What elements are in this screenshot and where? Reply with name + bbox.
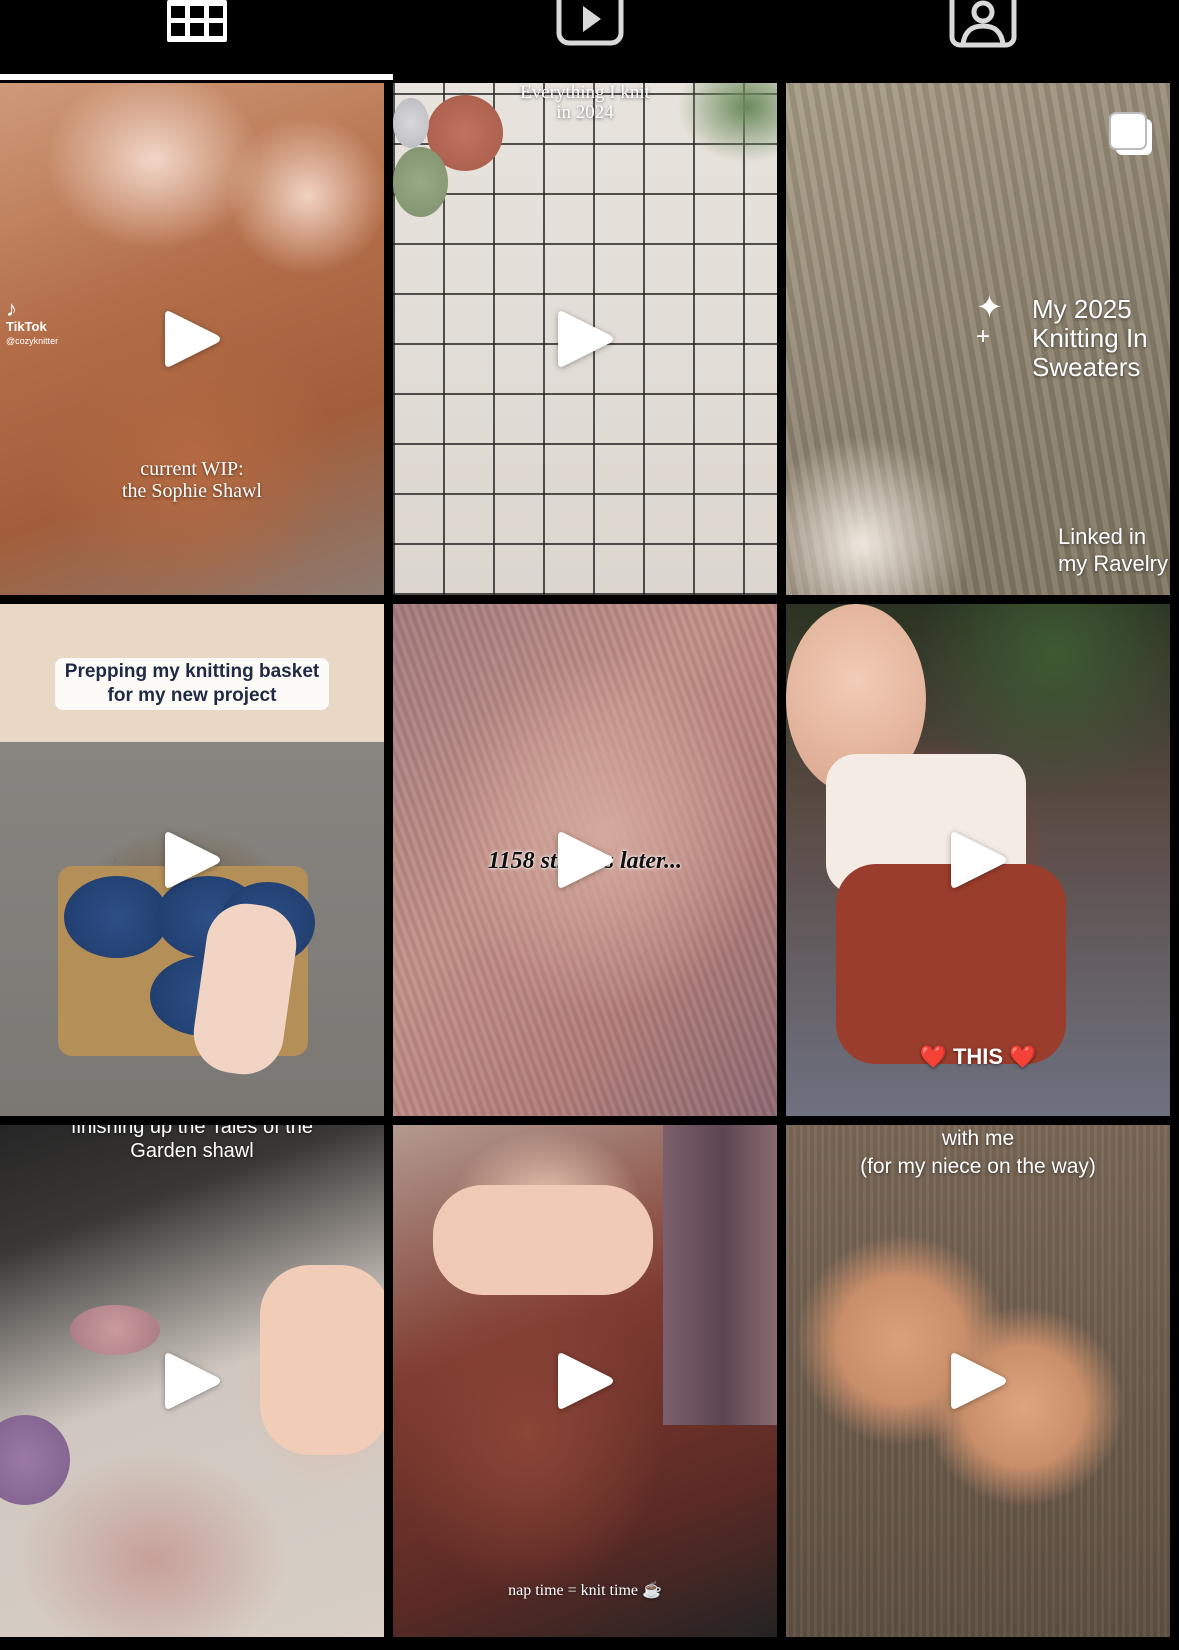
play-icon [554,1348,616,1414]
post-caption: Everything I knit [520,83,650,103]
play-icon [161,827,223,893]
post-caption: the Sophie Shawl [122,480,262,502]
video-icon [556,0,623,46]
post-footer-text: Linked in [1057,524,1147,549]
play-icon [554,306,616,372]
post-tile[interactable]: Prepping my knitting basket for my new p… [0,604,384,1116]
post-caption: Sweaters [1032,352,1141,382]
post-caption: in 2024 [556,102,614,123]
post-caption: finishing up the Tales of the [70,1125,314,1138]
play-icon [161,1348,223,1414]
profile-tab-bar [0,0,1179,80]
post-caption: current WIP: [140,458,244,480]
post-tile[interactable]: ♪ TikTok @cozyknitter current WIP: the S… [0,83,384,595]
active-tab-indicator [0,74,393,80]
post-tile[interactable]: nap time = knit time ☕ [393,1125,777,1637]
post-caption: Garden shawl [130,1140,254,1162]
play-icon [554,827,616,893]
tiktok-watermark: ♪ TikTok @cozyknitter [6,298,58,348]
post-caption: nap time = knit time ☕ [508,1582,662,1599]
post-caption: (for my niece on the way) [860,1155,1096,1178]
sparkle-icon: + [976,323,991,350]
multiple-posts-icon [1109,112,1152,155]
watermark-brand: TikTok [6,319,47,334]
play-icon [161,306,223,372]
post-tile[interactable]: 1158 stitches later... [393,604,777,1116]
post-caption: Prepping my knitting basket [64,661,320,682]
post-tile[interactable]: Everything I knit in 2024 [393,83,777,595]
tagged-user-icon [949,0,1016,48]
post-caption: with me [941,1127,1015,1150]
tab-reels[interactable] [393,0,786,80]
post-tile[interactable]: ❤️ THIS ❤️ [786,604,1170,1116]
tab-tagged[interactable] [786,0,1179,80]
play-icon [947,827,1009,893]
post-caption: Knitting In [1032,323,1148,353]
tiktok-logo-icon: ♪ [6,296,17,321]
tab-posts-grid[interactable] [0,0,393,80]
post-tile[interactable]: finishing up the Tales of the Garden sha… [0,1125,384,1637]
play-icon [947,1348,1009,1414]
post-tile[interactable]: with me (for my niece on the way) [786,1125,1170,1637]
post-caption: for my new project [107,685,277,706]
watermark-handle: @cozyknitter [6,336,59,346]
post-caption-pill: Prepping my knitting basket for my new p… [54,658,330,710]
post-caption: ❤️ THIS ❤️ [919,1044,1037,1069]
post-footer-text: my Ravelry [1057,551,1168,576]
post-caption: My 2025 [1032,294,1132,324]
post-tile[interactable]: ✦ + My 2025 Knitting In Sweaters Linked … [786,83,1170,595]
sparkle-icon: ✦ [976,289,1003,325]
grid-icon [166,0,227,42]
